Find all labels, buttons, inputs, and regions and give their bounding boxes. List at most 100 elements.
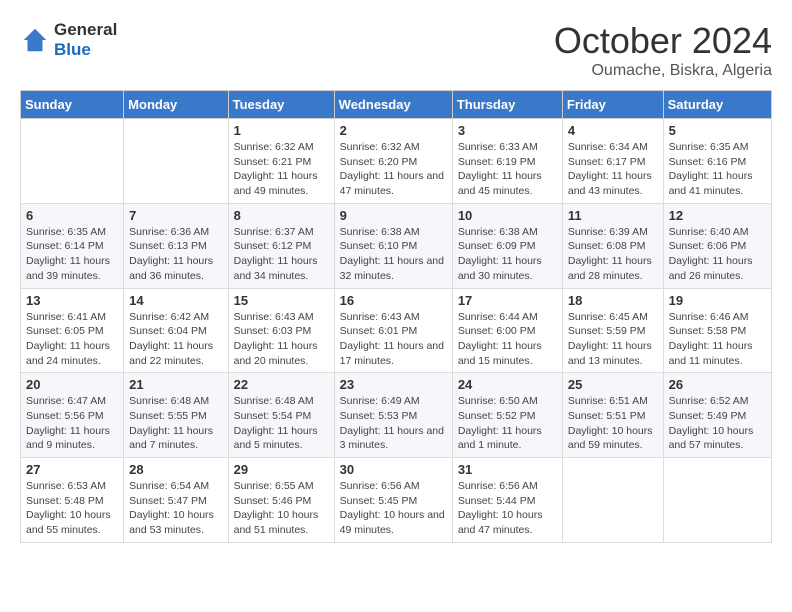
weekday-header-row: SundayMondayTuesdayWednesdayThursdayFrid… [21,91,772,119]
day-number: 23 [340,377,447,392]
day-number: 29 [234,462,329,477]
calendar-week-2: 13 Sunrise: 6:41 AM Sunset: 6:05 PM Dayli… [21,288,772,373]
day-number: 24 [458,377,557,392]
calendar-cell: 1 Sunrise: 6:32 AM Sunset: 6:21 PM Daylig… [228,119,334,204]
day-info: Sunrise: 6:43 AM Sunset: 6:03 PM Dayligh… [234,310,329,369]
day-number: 21 [129,377,222,392]
calendar-cell: 9 Sunrise: 6:38 AM Sunset: 6:10 PM Daylig… [334,203,452,288]
day-number: 9 [340,208,447,223]
day-number: 26 [669,377,766,392]
day-info: Sunrise: 6:33 AM Sunset: 6:19 PM Dayligh… [458,140,557,199]
day-number: 25 [568,377,658,392]
calendar-week-0: 1 Sunrise: 6:32 AM Sunset: 6:21 PM Daylig… [21,119,772,204]
day-number: 28 [129,462,222,477]
calendar-cell: 7 Sunrise: 6:36 AM Sunset: 6:13 PM Daylig… [124,203,228,288]
weekday-header-saturday: Saturday [663,91,771,119]
logo-general: General [54,20,117,40]
calendar-cell: 14 Sunrise: 6:42 AM Sunset: 6:04 PM Dayli… [124,288,228,373]
day-info: Sunrise: 6:40 AM Sunset: 6:06 PM Dayligh… [669,225,766,284]
calendar-cell [663,458,771,543]
calendar-body: 1 Sunrise: 6:32 AM Sunset: 6:21 PM Daylig… [21,119,772,543]
weekday-header-monday: Monday [124,91,228,119]
calendar-week-4: 27Sunrise: 6:53 AM Sunset: 5:48 PM Dayli… [21,458,772,543]
day-number: 27 [26,462,118,477]
day-number: 7 [129,208,222,223]
calendar-cell: 10 Sunrise: 6:38 AM Sunset: 6:09 PM Dayli… [452,203,562,288]
calendar-week-3: 20Sunrise: 6:47 AM Sunset: 5:56 PM Dayli… [21,373,772,458]
day-info: Sunrise: 6:38 AM Sunset: 6:09 PM Dayligh… [458,225,557,284]
day-number: 16 [340,293,447,308]
day-number: 31 [458,462,557,477]
day-number: 3 [458,123,557,138]
day-info: Sunrise: 6:47 AM Sunset: 5:56 PM Dayligh… [26,394,118,453]
day-number: 12 [669,208,766,223]
day-number: 14 [129,293,222,308]
day-info: Sunrise: 6:34 AM Sunset: 6:17 PM Dayligh… [568,140,658,199]
calendar-cell: 6Sunrise: 6:35 AM Sunset: 6:14 PM Daylig… [21,203,124,288]
day-number: 13 [26,293,118,308]
day-info: Sunrise: 6:51 AM Sunset: 5:51 PM Dayligh… [568,394,658,453]
day-number: 8 [234,208,329,223]
calendar-cell [124,119,228,204]
day-info: Sunrise: 6:46 AM Sunset: 5:58 PM Dayligh… [669,310,766,369]
day-info: Sunrise: 6:38 AM Sunset: 6:10 PM Dayligh… [340,225,447,284]
month-title: October 2024 [554,20,772,62]
day-info: Sunrise: 6:42 AM Sunset: 6:04 PM Dayligh… [129,310,222,369]
day-info: Sunrise: 6:36 AM Sunset: 6:13 PM Dayligh… [129,225,222,284]
day-info: Sunrise: 6:37 AM Sunset: 6:12 PM Dayligh… [234,225,329,284]
weekday-header-wednesday: Wednesday [334,91,452,119]
page-header: General Blue October 2024 Oumache, Biskr… [20,20,772,80]
day-number: 22 [234,377,329,392]
calendar-cell: 5Sunrise: 6:35 AM Sunset: 6:16 PM Daylig… [663,119,771,204]
day-info: Sunrise: 6:54 AM Sunset: 5:47 PM Dayligh… [129,479,222,538]
calendar-header: SundayMondayTuesdayWednesdayThursdayFrid… [21,91,772,119]
calendar-cell [562,458,663,543]
day-number: 2 [340,123,447,138]
day-info: Sunrise: 6:49 AM Sunset: 5:53 PM Dayligh… [340,394,447,453]
calendar-cell: 30Sunrise: 6:56 AM Sunset: 5:45 PM Dayli… [334,458,452,543]
day-info: Sunrise: 6:32 AM Sunset: 6:21 PM Dayligh… [234,140,329,199]
logo-blue: Blue [54,40,117,60]
day-number: 6 [26,208,118,223]
day-number: 30 [340,462,447,477]
weekday-header-tuesday: Tuesday [228,91,334,119]
calendar-cell: 25 Sunrise: 6:51 AM Sunset: 5:51 PM Dayli… [562,373,663,458]
day-info: Sunrise: 6:48 AM Sunset: 5:55 PM Dayligh… [129,394,222,453]
calendar-cell: 16 Sunrise: 6:43 AM Sunset: 6:01 PM Dayli… [334,288,452,373]
day-info: Sunrise: 6:52 AM Sunset: 5:49 PM Dayligh… [669,394,766,453]
calendar: SundayMondayTuesdayWednesdayThursdayFrid… [20,90,772,543]
calendar-week-1: 6Sunrise: 6:35 AM Sunset: 6:14 PM Daylig… [21,203,772,288]
calendar-cell: 29 Sunrise: 6:55 AM Sunset: 5:46 PM Dayli… [228,458,334,543]
calendar-cell: 17Sunrise: 6:44 AM Sunset: 6:00 PM Dayli… [452,288,562,373]
day-info: Sunrise: 6:48 AM Sunset: 5:54 PM Dayligh… [234,394,329,453]
logo: General Blue [20,20,117,61]
calendar-cell: 27Sunrise: 6:53 AM Sunset: 5:48 PM Dayli… [21,458,124,543]
calendar-cell: 26 Sunrise: 6:52 AM Sunset: 5:49 PM Dayli… [663,373,771,458]
calendar-cell: 11 Sunrise: 6:39 AM Sunset: 6:08 PM Dayli… [562,203,663,288]
day-info: Sunrise: 6:43 AM Sunset: 6:01 PM Dayligh… [340,310,447,369]
day-number: 10 [458,208,557,223]
day-info: Sunrise: 6:50 AM Sunset: 5:52 PM Dayligh… [458,394,557,453]
calendar-cell: 4Sunrise: 6:34 AM Sunset: 6:17 PM Daylig… [562,119,663,204]
day-number: 1 [234,123,329,138]
day-info: Sunrise: 6:41 AM Sunset: 6:05 PM Dayligh… [26,310,118,369]
day-number: 15 [234,293,329,308]
calendar-cell: 2Sunrise: 6:32 AM Sunset: 6:20 PM Daylig… [334,119,452,204]
calendar-cell: 24 Sunrise: 6:50 AM Sunset: 5:52 PM Dayli… [452,373,562,458]
calendar-cell: 18 Sunrise: 6:45 AM Sunset: 5:59 PM Dayli… [562,288,663,373]
calendar-cell: 12 Sunrise: 6:40 AM Sunset: 6:06 PM Dayli… [663,203,771,288]
calendar-cell: 8 Sunrise: 6:37 AM Sunset: 6:12 PM Daylig… [228,203,334,288]
calendar-cell: 31 Sunrise: 6:56 AM Sunset: 5:44 PM Dayli… [452,458,562,543]
day-number: 11 [568,208,658,223]
day-number: 19 [669,293,766,308]
day-info: Sunrise: 6:56 AM Sunset: 5:44 PM Dayligh… [458,479,557,538]
day-number: 18 [568,293,658,308]
calendar-cell: 3 Sunrise: 6:33 AM Sunset: 6:19 PM Daylig… [452,119,562,204]
title-area: October 2024 Oumache, Biskra, Algeria [554,20,772,80]
weekday-header-sunday: Sunday [21,91,124,119]
calendar-cell [21,119,124,204]
day-info: Sunrise: 6:35 AM Sunset: 6:16 PM Dayligh… [669,140,766,199]
day-info: Sunrise: 6:45 AM Sunset: 5:59 PM Dayligh… [568,310,658,369]
day-info: Sunrise: 6:39 AM Sunset: 6:08 PM Dayligh… [568,225,658,284]
day-info: Sunrise: 6:55 AM Sunset: 5:46 PM Dayligh… [234,479,329,538]
